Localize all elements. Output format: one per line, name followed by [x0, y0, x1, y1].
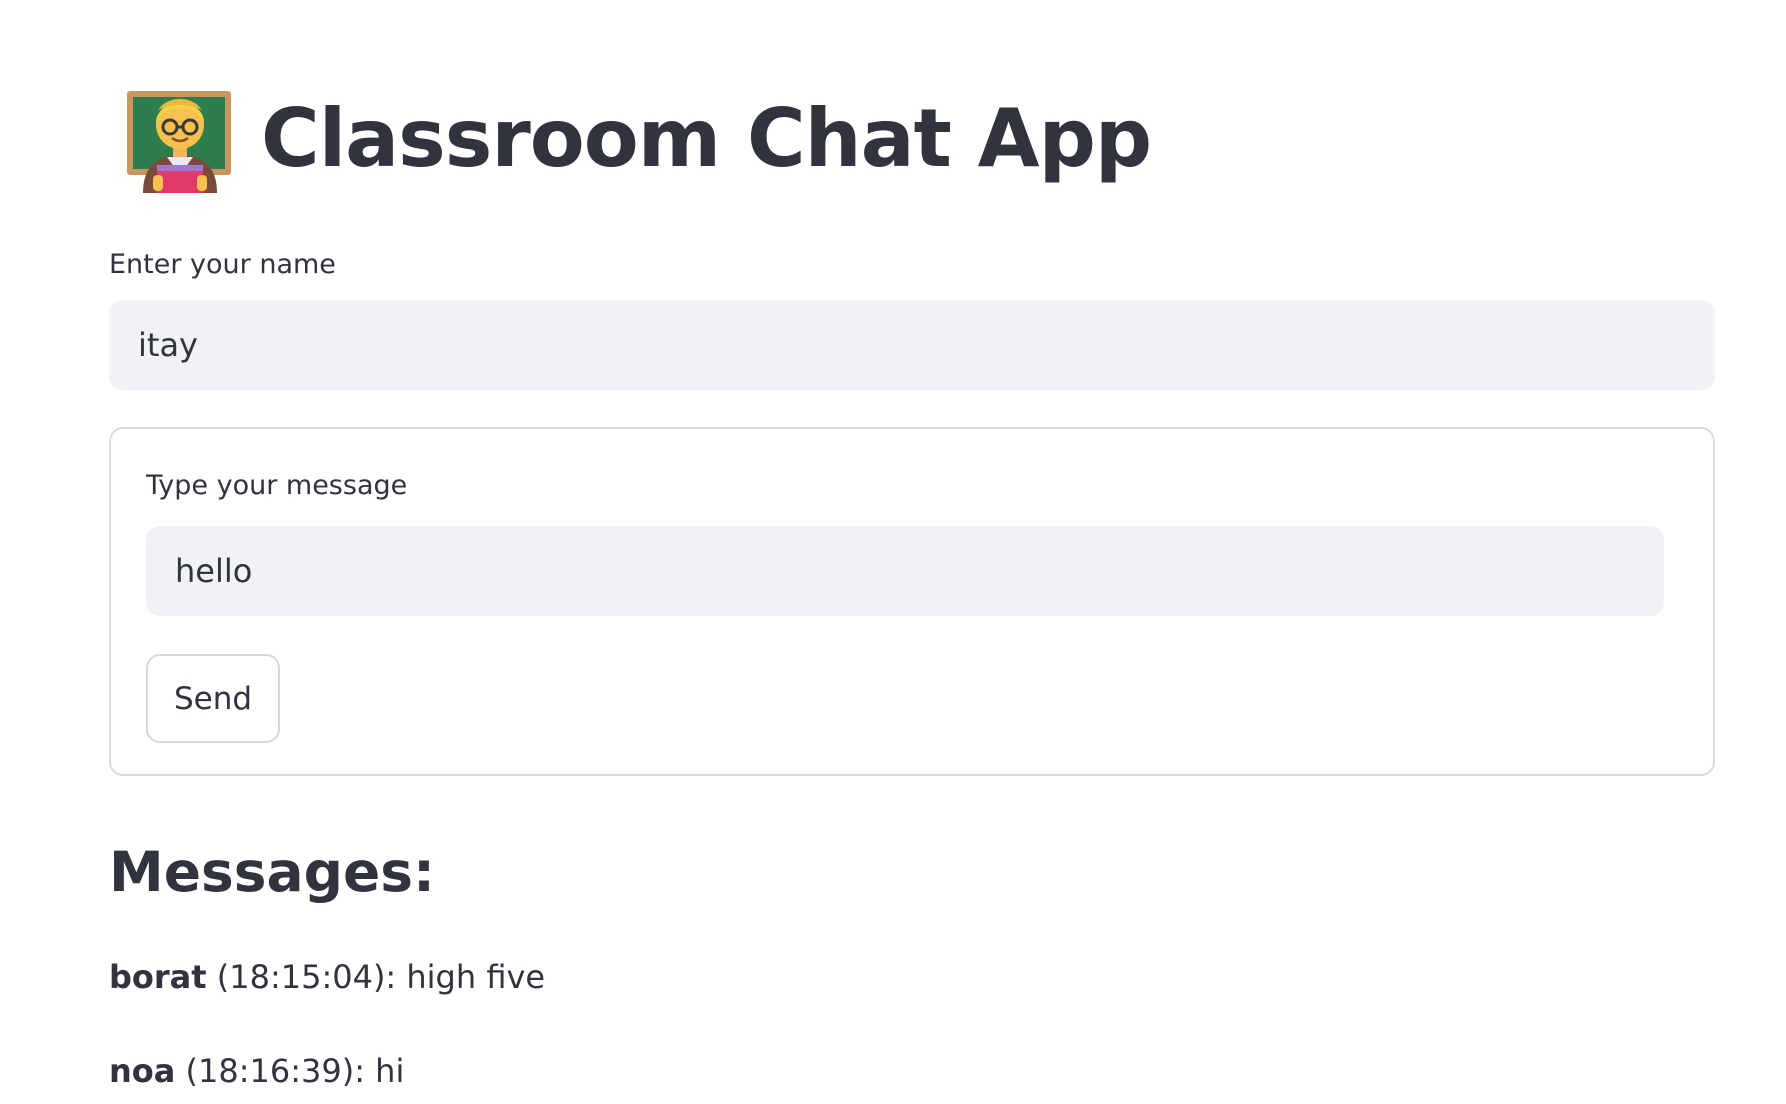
- message-item: noa (18:16:39): hi: [109, 1052, 404, 1090]
- teacher-emoji-icon: [127, 91, 231, 193]
- message-field-label: Type your message: [146, 470, 408, 501]
- messages-heading: Messages:: [109, 840, 436, 904]
- name-input-value: itay: [138, 326, 198, 364]
- page-title: Classroom Chat App: [261, 91, 1152, 185]
- send-button-label: Send: [173, 680, 253, 717]
- send-button[interactable]: Send: [146, 654, 280, 743]
- message-input-value: hello: [175, 552, 253, 590]
- message-text: (18:15:04): high five: [206, 958, 546, 996]
- message-author: noa: [109, 1052, 176, 1090]
- message-input[interactable]: hello: [146, 526, 1664, 616]
- message-item: borat (18:15:04): high five: [109, 958, 545, 996]
- message-text: (18:16:39): hi: [175, 1052, 405, 1090]
- message-form: Type your message hello Send: [109, 427, 1715, 776]
- message-author: borat: [109, 958, 207, 996]
- page-header: Classroom Chat App: [125, 78, 1152, 198]
- name-field-label: Enter your name: [109, 249, 336, 280]
- name-input[interactable]: itay: [109, 300, 1715, 390]
